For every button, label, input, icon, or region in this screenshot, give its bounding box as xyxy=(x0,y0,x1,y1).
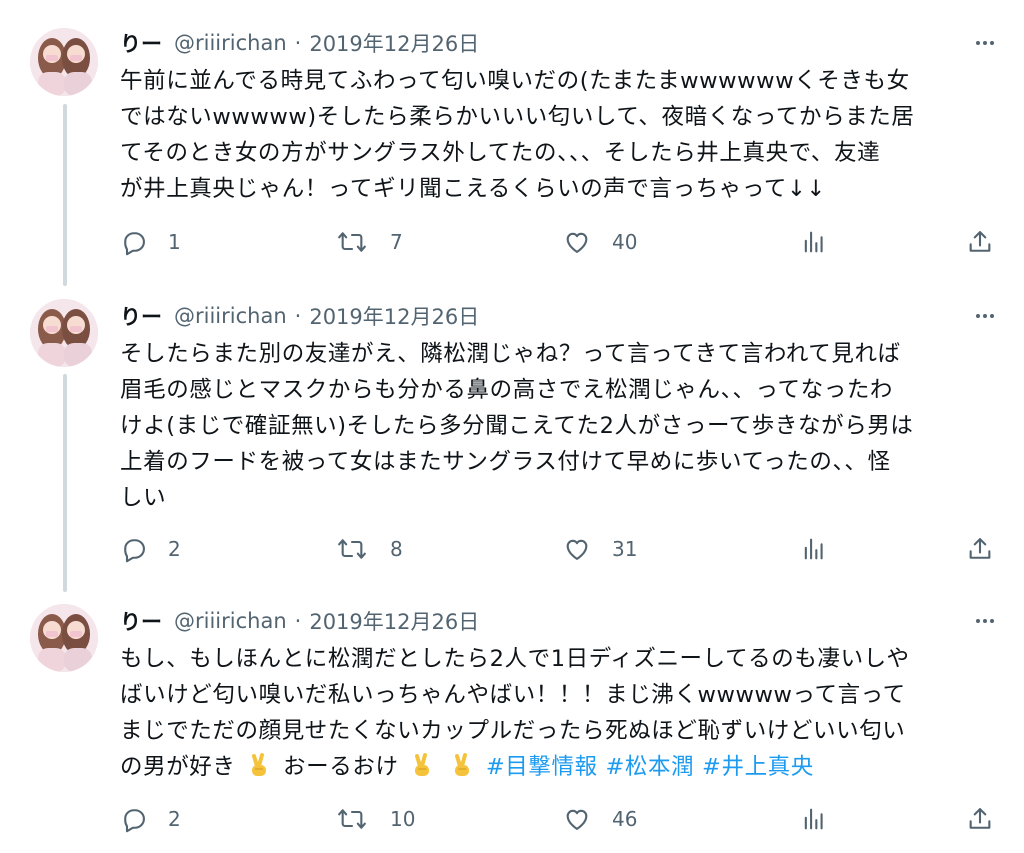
tweet-header: りー @riiirichan · 2019年12月26日 xyxy=(120,26,479,60)
share-button[interactable] xyxy=(966,799,994,839)
tweet-actions: 2 10 46 xyxy=(0,799,1024,839)
retweet-icon xyxy=(338,232,366,252)
tweet-text-line: まじでただの顔見せたくないカップルだったら死ぬほど恥ずいけどいい匂い xyxy=(120,718,906,744)
separator-dot: · xyxy=(294,304,302,328)
views-button[interactable] xyxy=(800,799,828,839)
like-button[interactable]: 46 xyxy=(562,799,637,839)
avatar[interactable] xyxy=(30,28,98,96)
retweet-button[interactable]: 7 xyxy=(336,222,403,262)
tweet-text: もし、もしほんとに松潤だとしたら2人で1日ディズニーしてるのも凄いしや ばいけど… xyxy=(120,641,1000,785)
tweet-date[interactable]: 2019年12月26日 xyxy=(309,606,479,636)
retweet-button[interactable]: 8 xyxy=(336,529,403,569)
reply-icon xyxy=(124,232,145,256)
retweet-button[interactable]: 10 xyxy=(336,799,415,839)
reply-button[interactable]: 2 xyxy=(120,799,181,839)
tweet-header: りー @riiirichan · 2019年12月26日 xyxy=(120,299,479,333)
share-icon xyxy=(969,231,991,252)
user-handle[interactable]: @riiirichan xyxy=(174,304,287,328)
avatar[interactable] xyxy=(30,299,98,367)
tweet-text-fragment: の男が好き xyxy=(120,754,236,780)
tweet-text-line: てそのとき女の方がサングラス外してたの、、、そしたら井上真央で、友達 xyxy=(120,140,881,166)
hashtag-link[interactable]: #井上真央 xyxy=(702,754,814,780)
reply-count: 2 xyxy=(168,807,181,831)
tweet-text: 午前に並んでる時見てふわって匂い嗅いだの(たまたまwwwwwwくそきも女 ではな… xyxy=(120,63,1000,207)
heart-icon xyxy=(566,809,588,830)
tweet-actions: 2 8 31 xyxy=(0,529,1024,569)
tweet-text-line: ばいけど匂い嗅いだ私いっちゃんやばい！！！まじ沸くwwwwwって言って xyxy=(120,682,906,708)
tweet[interactable]: りー @riiirichan · 2019年12月26日 午前に並んでる時見てふ… xyxy=(0,26,1024,266)
more-options-icon[interactable] xyxy=(972,303,998,329)
retweet-count: 7 xyxy=(390,230,403,254)
tweet-text: そしたらまた別の友達がえ、隣松潤じゃね？って言ってきて言われて見れば 眉毛の感じ… xyxy=(120,336,1000,516)
like-button[interactable]: 31 xyxy=(562,529,637,569)
share-icon xyxy=(969,808,991,829)
victory-hand-icon xyxy=(252,753,267,776)
tweet-text-line: しい xyxy=(120,485,167,511)
like-count: 31 xyxy=(612,537,638,561)
more-options-icon[interactable] xyxy=(972,30,998,56)
display-name[interactable]: りー xyxy=(120,606,162,636)
views-button[interactable] xyxy=(800,222,828,262)
tweet[interactable]: りー @riiirichan · 2019年12月26日 そしたらまた別の友達が… xyxy=(0,299,1024,569)
analytics-icon xyxy=(804,538,823,560)
analytics-icon xyxy=(804,231,823,253)
user-handle[interactable]: @riiirichan xyxy=(174,31,287,55)
reply-button[interactable]: 2 xyxy=(120,529,181,569)
tweet-date[interactable]: 2019年12月26日 xyxy=(309,301,479,331)
tweet-text-fragment: おーるおけ xyxy=(283,754,399,780)
tweet-text-line: そしたらまた別の友達がえ、隣松潤じゃね？って言ってきて言われて見れば xyxy=(120,341,901,367)
tweet-text-line: ではないwwwww)そしたら柔らかいいい匂いして、夜暗くなってからまた居 xyxy=(120,104,915,130)
tweet-text-line-last: の男が好き おーるおけ #目撃情報 #松本潤 #井上真央 xyxy=(120,749,1000,785)
more-options-icon[interactable] xyxy=(972,608,998,634)
display-name[interactable]: りー xyxy=(120,301,162,331)
like-count: 40 xyxy=(612,230,638,254)
tweet-date[interactable]: 2019年12月26日 xyxy=(309,28,479,58)
share-button[interactable] xyxy=(966,222,994,262)
tweet-text-line: 眉毛の感じとマスクからも分かる鼻の高さでえ松潤じゃん、、ってなったわ xyxy=(120,377,894,403)
reply-icon xyxy=(124,539,145,563)
retweet-count: 10 xyxy=(390,807,416,831)
reply-count: 2 xyxy=(168,537,181,561)
tweet-text-line: が井上真央じゃん！ってギリ聞こえるくらいの声で言っちゃって↓↓ xyxy=(120,176,826,202)
tweet-text-line: 上着のフードを被って女はまたサングラス付けて早めに歩いてったの、、怪 xyxy=(120,449,891,475)
retweet-icon xyxy=(338,809,366,829)
retweet-count: 8 xyxy=(390,537,403,561)
tweet-text-line: 午前に並んでる時見てふわって匂い嗅いだの(たまたまwwwwwwくそきも女 xyxy=(120,68,910,94)
views-button[interactable] xyxy=(800,529,828,569)
heart-icon xyxy=(566,539,588,560)
share-button[interactable] xyxy=(966,529,994,569)
victory-hand-icon xyxy=(415,753,430,776)
like-button[interactable]: 40 xyxy=(562,222,637,262)
reply-button[interactable]: 1 xyxy=(120,222,181,262)
analytics-icon xyxy=(804,808,823,830)
reply-count: 1 xyxy=(168,230,181,254)
separator-dot: · xyxy=(294,609,302,633)
tweet-text-line: けよ(まじで確証無い)そしたら多分聞こえてた2人がさっーて歩きながら男は xyxy=(120,413,914,439)
share-icon xyxy=(969,538,991,559)
tweet-header: りー @riiirichan · 2019年12月26日 xyxy=(120,604,479,638)
heart-icon xyxy=(566,232,588,253)
tweet[interactable]: りー @riiirichan · 2019年12月26日 もし、もしほんとに松潤… xyxy=(0,604,1024,844)
separator-dot: · xyxy=(294,31,302,55)
hashtag-link[interactable]: #松本潤 xyxy=(605,754,694,780)
like-count: 46 xyxy=(612,807,638,831)
display-name[interactable]: りー xyxy=(120,28,162,58)
reply-icon xyxy=(124,809,145,833)
tweet-text-line: もし、もしほんとに松潤だとしたら2人で1日ディズニーしてるのも凄いしや xyxy=(120,646,910,672)
victory-hand-icon xyxy=(455,753,470,776)
user-handle[interactable]: @riiirichan xyxy=(174,609,287,633)
avatar[interactable] xyxy=(30,604,98,672)
hashtag-link[interactable]: #目撃情報 xyxy=(486,754,598,780)
tweet-actions: 1 7 40 xyxy=(0,222,1024,262)
retweet-icon xyxy=(338,539,366,559)
